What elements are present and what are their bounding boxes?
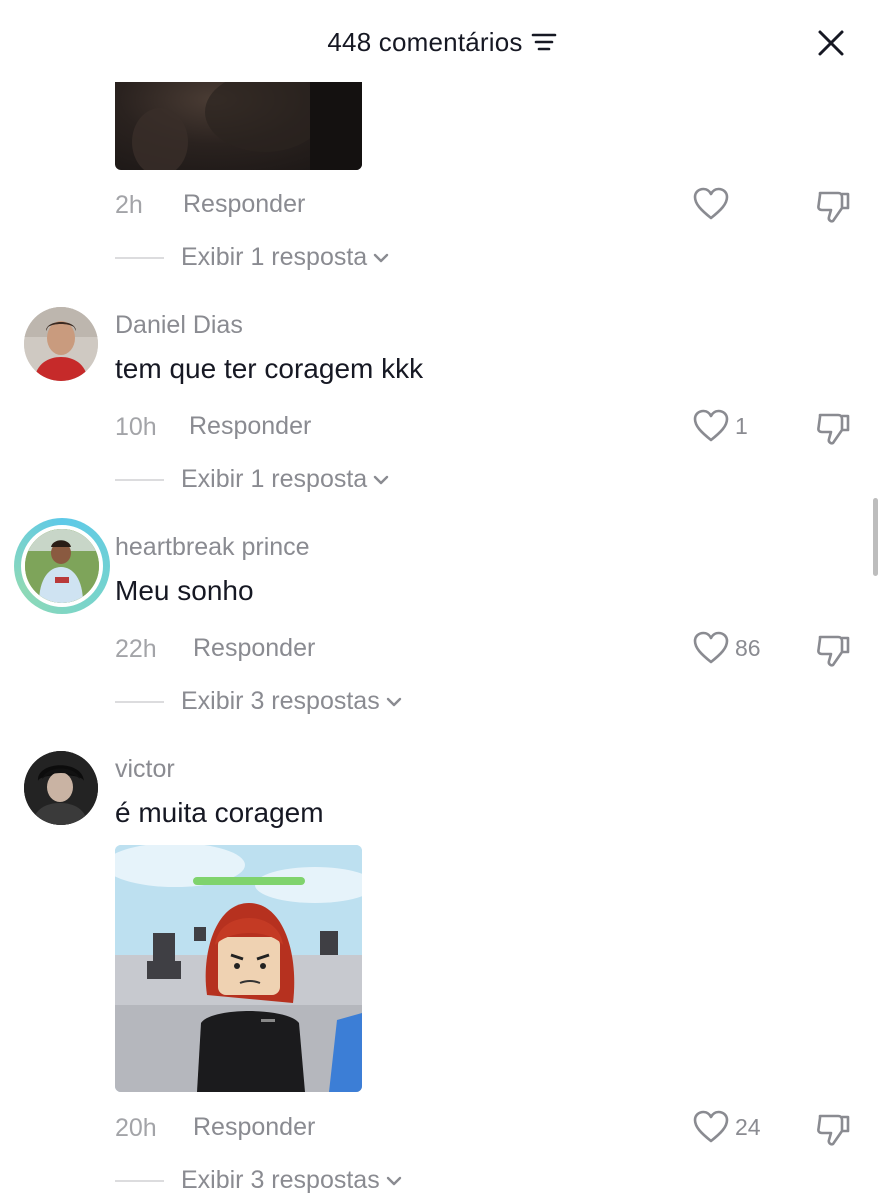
- comment-text: é muita coragem: [115, 797, 324, 828]
- dislike-icon[interactable]: [816, 632, 852, 668]
- filter-icon[interactable]: [531, 31, 557, 53]
- view-replies-label: Exibir 3 respostas: [181, 1166, 380, 1194]
- comment-username[interactable]: victor: [115, 755, 175, 784]
- view-replies-button[interactable]: Exibir 3 respostas: [181, 1166, 402, 1195]
- view-replies-label: Exibir 3 respostas: [181, 687, 380, 715]
- reply-button[interactable]: Responder: [193, 634, 315, 663]
- view-replies-label: Exibir 1 resposta: [181, 243, 368, 271]
- chevron-down-icon: [374, 475, 389, 484]
- avatar[interactable]: [21, 525, 103, 607]
- replies-divider: [115, 1180, 164, 1182]
- heart-icon: [693, 409, 729, 442]
- comment-time: 20h: [115, 1114, 157, 1142]
- like-button[interactable]: [693, 187, 729, 221]
- like-button[interactable]: 86: [693, 631, 761, 665]
- dislike-icon[interactable]: [816, 1111, 852, 1147]
- like-count: 1: [735, 412, 748, 439]
- close-button[interactable]: [812, 24, 850, 62]
- view-replies-label: Exibir 1 resposta: [181, 465, 368, 493]
- comment-text: tem que ter coragem kkk: [115, 353, 424, 384]
- comment-time: 22h: [115, 635, 157, 663]
- comment-time: 2h: [115, 191, 143, 219]
- avatar[interactable]: [24, 307, 98, 381]
- view-replies-button[interactable]: Exibir 3 respostas: [181, 687, 402, 716]
- like-button[interactable]: 1: [693, 409, 748, 443]
- comment-username[interactable]: heartbreak prince: [115, 533, 310, 562]
- dislike-icon[interactable]: [816, 188, 852, 224]
- heart-icon: [693, 1110, 729, 1143]
- reply-button[interactable]: Responder: [189, 412, 311, 441]
- like-count: 86: [735, 634, 761, 661]
- scrollbar[interactable]: [873, 498, 878, 576]
- chevron-down-icon: [374, 253, 389, 262]
- avatar[interactable]: [24, 751, 98, 825]
- comment-username[interactable]: Daniel Dias: [115, 311, 243, 340]
- replies-divider: [115, 479, 164, 481]
- view-replies-button[interactable]: Exibir 1 resposta: [181, 243, 389, 272]
- view-replies-button[interactable]: Exibir 1 resposta: [181, 465, 389, 494]
- chevron-down-icon: [386, 1176, 401, 1185]
- like-count: 24: [735, 1113, 761, 1140]
- comment-media-image[interactable]: [115, 845, 362, 1092]
- replies-divider: [115, 257, 164, 259]
- heart-icon: [693, 631, 729, 664]
- comments-count-title: 448 comentários: [327, 26, 523, 57]
- reply-button[interactable]: Responder: [193, 1113, 315, 1142]
- replies-divider: [115, 701, 164, 703]
- close-icon: [818, 30, 844, 56]
- dislike-icon[interactable]: [816, 410, 852, 446]
- comments-header: 448 comentários: [0, 24, 884, 60]
- comment-text: Meu sonho: [115, 575, 254, 606]
- reply-button[interactable]: Responder: [183, 190, 305, 219]
- heart-icon: [693, 187, 729, 220]
- comment-time: 10h: [115, 413, 157, 441]
- like-button[interactable]: 24: [693, 1110, 761, 1144]
- comment-media-image[interactable]: [115, 82, 362, 170]
- chevron-down-icon: [386, 697, 401, 706]
